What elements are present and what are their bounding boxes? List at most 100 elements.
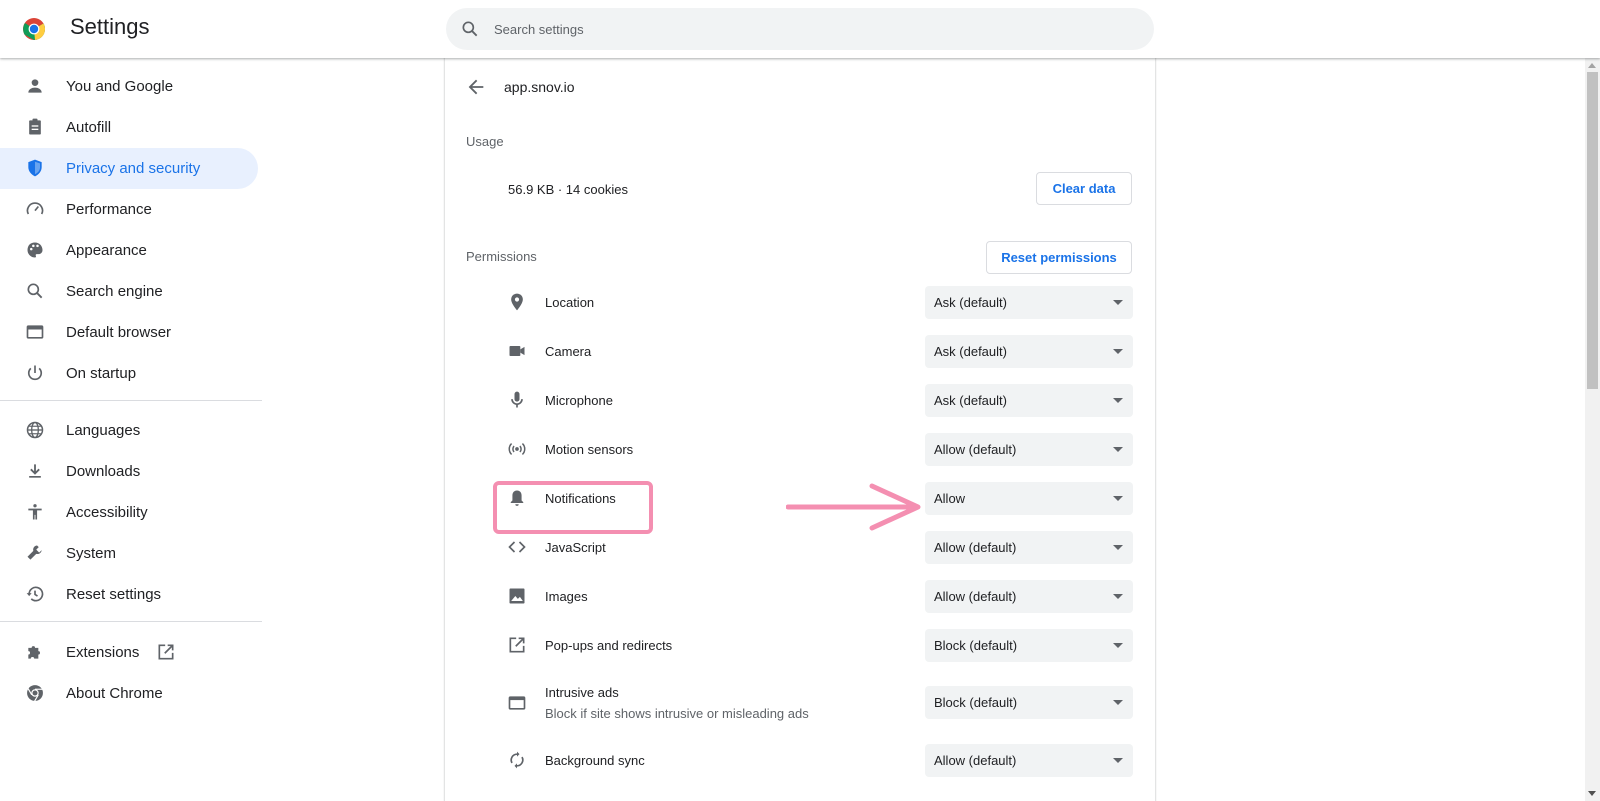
dropdown-caret-icon [1113,300,1123,305]
ads-window-icon [508,696,526,710]
sidebar-divider [0,621,262,622]
search-bar[interactable] [446,8,1154,50]
sidebar-item-languages[interactable]: Languages [0,410,258,451]
permission-label: Microphone [545,393,613,408]
sidebar-item-privacy-and-security[interactable]: Privacy and security [0,148,258,189]
permission-label: Camera [545,344,592,359]
sidebar-item-appearance[interactable]: Appearance [0,230,258,271]
site-origin: app.snov.io [504,79,575,95]
dropdown-caret-icon [1113,447,1123,452]
permission-label: Intrusive ads [545,685,619,700]
sidebar-item-default-browser[interactable]: Default browser [0,312,258,353]
microphone-icon [511,391,523,408]
sidebar-item-accessibility[interactable]: Accessibility [0,492,258,533]
sidebar-nav: You and Google Autofill Privacy and secu… [0,58,262,801]
permission-select-background-sync[interactable]: Allow (default) [925,744,1133,777]
select-value: Allow (default) [934,540,1017,555]
clipboard-icon [29,118,41,135]
reset-permissions-button[interactable]: Reset permissions [986,241,1132,274]
permission-row-camera: Camera Ask (default) [445,327,1155,376]
page-scrollbar[interactable] [1585,58,1600,801]
dropdown-caret-icon [1113,594,1123,599]
sidebar-item-label: On startup [66,365,137,382]
scroll-up-arrow-icon[interactable] [1588,63,1596,68]
usage-summary: 56.9 KB · 14 cookies [508,182,628,197]
sidebar-item-label: Appearance [66,242,147,259]
sidebar-item-label: Accessibility [66,504,148,521]
sidebar-item-label: Downloads [66,463,141,480]
sidebar-item-you-and-google[interactable]: You and Google [0,66,258,107]
permission-select-microphone[interactable]: Ask (default) [925,384,1133,417]
notifications-highlight-box [493,481,653,534]
permission-row-location: Location Ask (default) [445,278,1155,327]
usage-heading: Usage [466,134,504,149]
permission-select-camera[interactable]: Ask (default) [925,335,1133,368]
sidebar-item-on-startup[interactable]: On startup [0,353,258,394]
select-value: Allow (default) [934,753,1017,768]
permission-row-popups: Pop-ups and redirects Block (default) [445,621,1155,670]
select-value: Allow [934,491,966,506]
permission-select-notifications[interactable]: Allow [925,482,1133,515]
camera-icon [509,346,525,356]
annotation-arrow-icon [786,483,921,531]
dropdown-caret-icon [1113,700,1123,705]
sidebar-item-label: Reset settings [66,586,162,603]
select-value: Block (default) [934,695,1018,710]
back-arrow-icon[interactable] [465,76,487,98]
palette-icon [27,242,43,258]
dropdown-caret-icon [1113,349,1123,354]
sidebar-item-label: Default browser [66,324,172,341]
history-icon [26,586,44,602]
select-value: Ask (default) [934,344,1007,359]
dropdown-caret-icon [1113,545,1123,550]
search-icon [27,283,43,299]
sidebar-item-reset-settings[interactable]: Reset settings [0,574,258,615]
sidebar-item-performance[interactable]: Performance [0,189,258,230]
permission-select-popups[interactable]: Block (default) [925,629,1133,662]
location-pin-icon [511,293,523,311]
permission-label: Images [545,589,588,604]
permission-select-location[interactable]: Ask (default) [925,286,1133,319]
sidebar-item-about-chrome[interactable]: About Chrome [0,673,258,714]
sidebar-item-label: Privacy and security [66,160,201,177]
permission-select-motion-sensors[interactable]: Allow (default) [925,433,1133,466]
permission-row-background-sync: Background sync Allow (default) [445,736,1155,785]
sidebar-item-search-engine[interactable]: Search engine [0,271,258,312]
sidebar-item-extensions[interactable]: Extensions [0,632,258,673]
wrench-icon [27,545,42,560]
permission-row-intrusive-ads: Intrusive ads Block if site shows intrus… [445,670,1155,736]
permission-select-javascript[interactable]: Allow (default) [925,531,1133,564]
accessibility-icon [28,504,42,520]
permissions-heading: Permissions [466,249,537,264]
scrollbar-thumb[interactable] [1587,72,1598,389]
dropdown-caret-icon [1113,496,1123,501]
dropdown-caret-icon [1113,398,1123,403]
permission-row-images: Images Allow (default) [445,572,1155,621]
chrome-icon [27,685,43,702]
permission-description: Block if site shows intrusive or mislead… [545,706,809,721]
scroll-down-arrow-icon[interactable] [1588,791,1596,796]
permission-label: Pop-ups and redirects [545,638,673,653]
search-input[interactable] [494,8,1134,50]
select-value: Allow (default) [934,589,1017,604]
sidebar-item-label: Languages [66,422,141,439]
permission-select-intrusive-ads[interactable]: Block (default) [925,686,1133,719]
top-bar: Settings [0,0,1600,58]
chrome-logo-icon [23,18,46,40]
image-icon [509,588,525,604]
permission-select-images[interactable]: Allow (default) [925,580,1133,613]
select-value: Block (default) [934,638,1018,653]
sidebar-item-downloads[interactable]: Downloads [0,451,258,492]
code-icon [508,541,526,553]
search-icon [462,21,478,37]
sidebar-item-label: System [66,545,117,562]
shield-icon [28,159,42,177]
download-icon [29,464,41,478]
clear-data-button[interactable]: Clear data [1036,172,1132,205]
sidebar-item-autofill[interactable]: Autofill [0,107,258,148]
sidebar-item-label: Performance [66,201,152,218]
speedometer-icon [26,202,44,215]
sidebar-item-label: About Chrome [66,685,163,702]
sidebar-item-system[interactable]: System [0,533,258,574]
select-value: Ask (default) [934,393,1007,408]
